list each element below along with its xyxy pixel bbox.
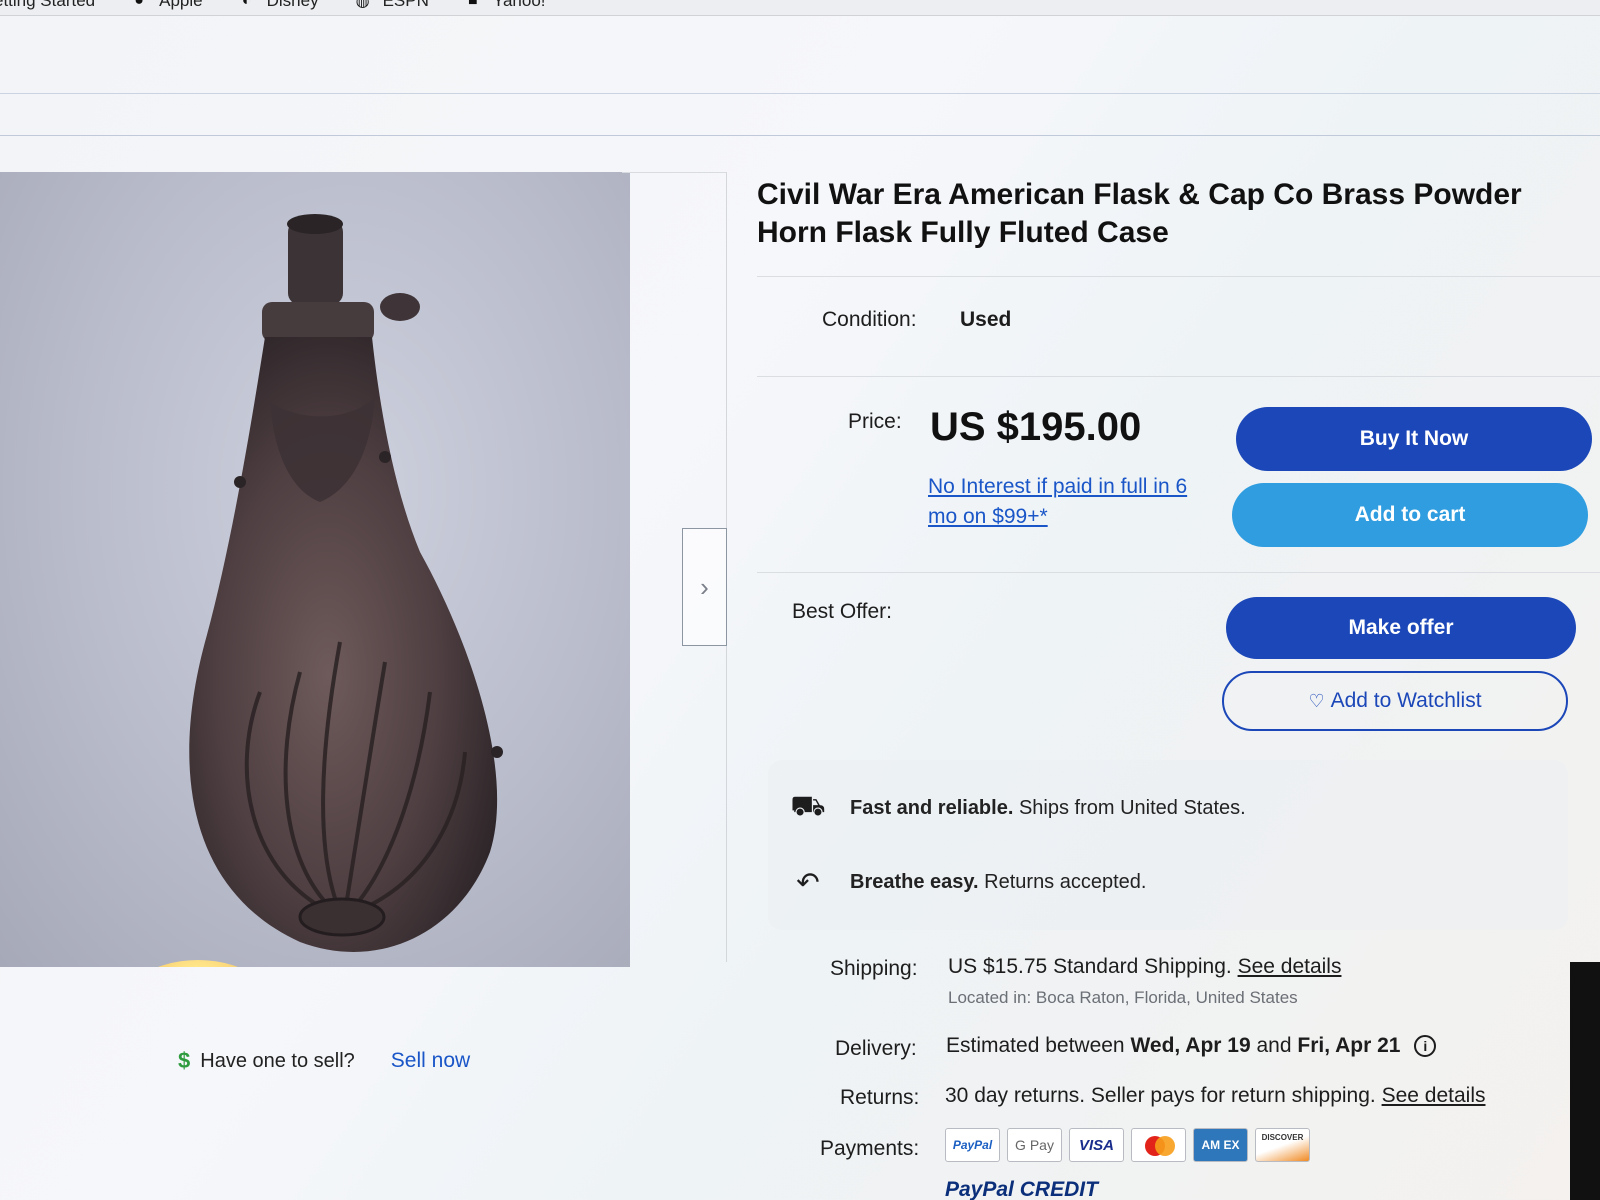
bookmark-yahoo[interactable]: ■ Yahoo! (463, 0, 546, 11)
bookmark-disney[interactable]: ◐ Disney (237, 0, 319, 11)
add-to-watchlist-button[interactable]: ♡ Add to Watchlist (1222, 671, 1568, 731)
delivery-to: Fri, Apr 21 (1297, 1034, 1401, 1057)
promo-text: Ships from United States. (1018, 796, 1246, 819)
chevron-right-icon: › (700, 571, 709, 602)
promo-text: Returns accepted. (984, 871, 1147, 893)
shipping-cost: US $15.75 Standard Shipping. (948, 955, 1232, 978)
promo-box (768, 760, 1568, 930)
make-offer-label: Make offer (1348, 616, 1454, 639)
listing-title: Civil War Era American Flask & Cap Co Br… (757, 178, 1522, 249)
buy-it-now-label: Buy It Now (1359, 427, 1469, 450)
amex-logo: AM EX (1193, 1128, 1248, 1162)
financing-link[interactable]: No Interest if paid in full in 6 mo on $… (928, 472, 1218, 532)
returns-see-details-link[interactable]: See details (1382, 1084, 1486, 1107)
shipping-label: Shipping: (830, 957, 918, 980)
shipping-see-details-link[interactable]: See details (1238, 955, 1342, 978)
disney-icon: ◐ (241, 0, 252, 9)
breadcrumb-band (0, 94, 1600, 136)
bookmark-label: Disney (266, 0, 319, 10)
promo-bold: Fast and reliable. (850, 796, 1014, 819)
condition-value: Used (960, 308, 1012, 331)
next-image-button[interactable]: › (682, 528, 727, 646)
truck-icon: ⛟ (790, 790, 826, 821)
bookmark-label: Apple (159, 0, 203, 10)
add-to-cart-button[interactable]: Add to cart (1232, 483, 1588, 547)
visa-logo: VISA (1069, 1128, 1124, 1162)
returns-value: 30 day returns. Seller pays for return s… (945, 1084, 1485, 1108)
sell-now-link[interactable]: Sell now (391, 1049, 470, 1073)
bookmarks-bar: etting Started ● Apple ◐ Disney ◍ ESPN ■… (0, 0, 1600, 16)
sell-question: Have one to sell? (200, 1049, 355, 1072)
best-offer-label: Best Offer: (792, 600, 892, 623)
bookmark-label: Yahoo! (492, 0, 546, 10)
info-icon[interactable]: i (1414, 1035, 1437, 1058)
product-image[interactable] (0, 172, 630, 967)
paypal-credit-b: CREDIT (1019, 1178, 1098, 1200)
returns-policy: 30 day returns. Seller pays for return s… (945, 1084, 1376, 1107)
shipping-value: US $15.75 Standard Shipping. See details (948, 955, 1341, 979)
bookmark-espn[interactable]: ◍ ESPN (353, 0, 429, 11)
bookmark-getting-started[interactable]: etting Started (0, 0, 95, 11)
apple-icon: ● (134, 0, 144, 9)
mastercard-logo (1131, 1128, 1186, 1162)
promo-fast-reliable: ⛟ Fast and reliable. Ships from United S… (788, 790, 1246, 826)
payment-methods: PayPal G Pay VISA AM EX DISCOVER (945, 1128, 1310, 1162)
price-label: Price: (848, 410, 902, 433)
dollar-icon: $ (178, 1048, 191, 1073)
header-band (0, 44, 1600, 94)
delivery-label: Delivery: (835, 1037, 917, 1060)
side-panel-edge (1570, 962, 1600, 1200)
paypal-credit-a: PayPal (945, 1178, 1014, 1200)
price-value: US $195.00 (930, 405, 1142, 449)
delivery-value: Estimated between Wed, Apr 19 and Fri, A… (946, 1034, 1437, 1058)
globe-icon: ◍ (355, 0, 370, 10)
divider (757, 572, 1600, 573)
add-to-watchlist-label: Add to Watchlist (1330, 689, 1482, 712)
sell-prompt: $ Have one to sell? Sell now (178, 1048, 470, 1074)
bookmark-label: ESPN (382, 0, 429, 10)
make-offer-button[interactable]: Make offer (1226, 597, 1576, 659)
discover-logo: DISCOVER (1255, 1128, 1310, 1162)
google-pay-logo: G Pay (1007, 1128, 1062, 1162)
paypal-logo: PayPal (945, 1128, 1000, 1162)
bookmark-apple[interactable]: ● Apple (129, 0, 202, 11)
divider (757, 376, 1600, 377)
buy-it-now-button[interactable]: Buy It Now (1236, 407, 1592, 471)
returns-label: Returns: (840, 1086, 920, 1109)
condition-label: Condition: (822, 308, 917, 331)
payments-label: Payments: (820, 1137, 920, 1160)
yahoo-icon: ■ (468, 0, 478, 9)
bookmark-label: etting Started (0, 0, 96, 10)
item-location: Located in: Boca Raton, Florida, United … (948, 988, 1298, 1007)
delivery-and: and (1256, 1034, 1292, 1057)
return-arrow-icon: ↶ (796, 867, 820, 898)
promo-bold: Breathe easy. (850, 871, 979, 893)
add-to-cart-label: Add to cart (1354, 503, 1466, 526)
powder-flask-image (189, 214, 503, 952)
promo-returns: ↶ Breathe easy. Returns accepted. (788, 866, 1146, 899)
delivery-from: Wed, Apr 19 (1130, 1034, 1251, 1057)
delivery-prefix: Estimated between (946, 1034, 1125, 1057)
paypal-credit-logo: PayPal CREDIT (945, 1178, 1098, 1200)
heart-icon: ♡ (1308, 690, 1325, 711)
divider (757, 276, 1600, 277)
